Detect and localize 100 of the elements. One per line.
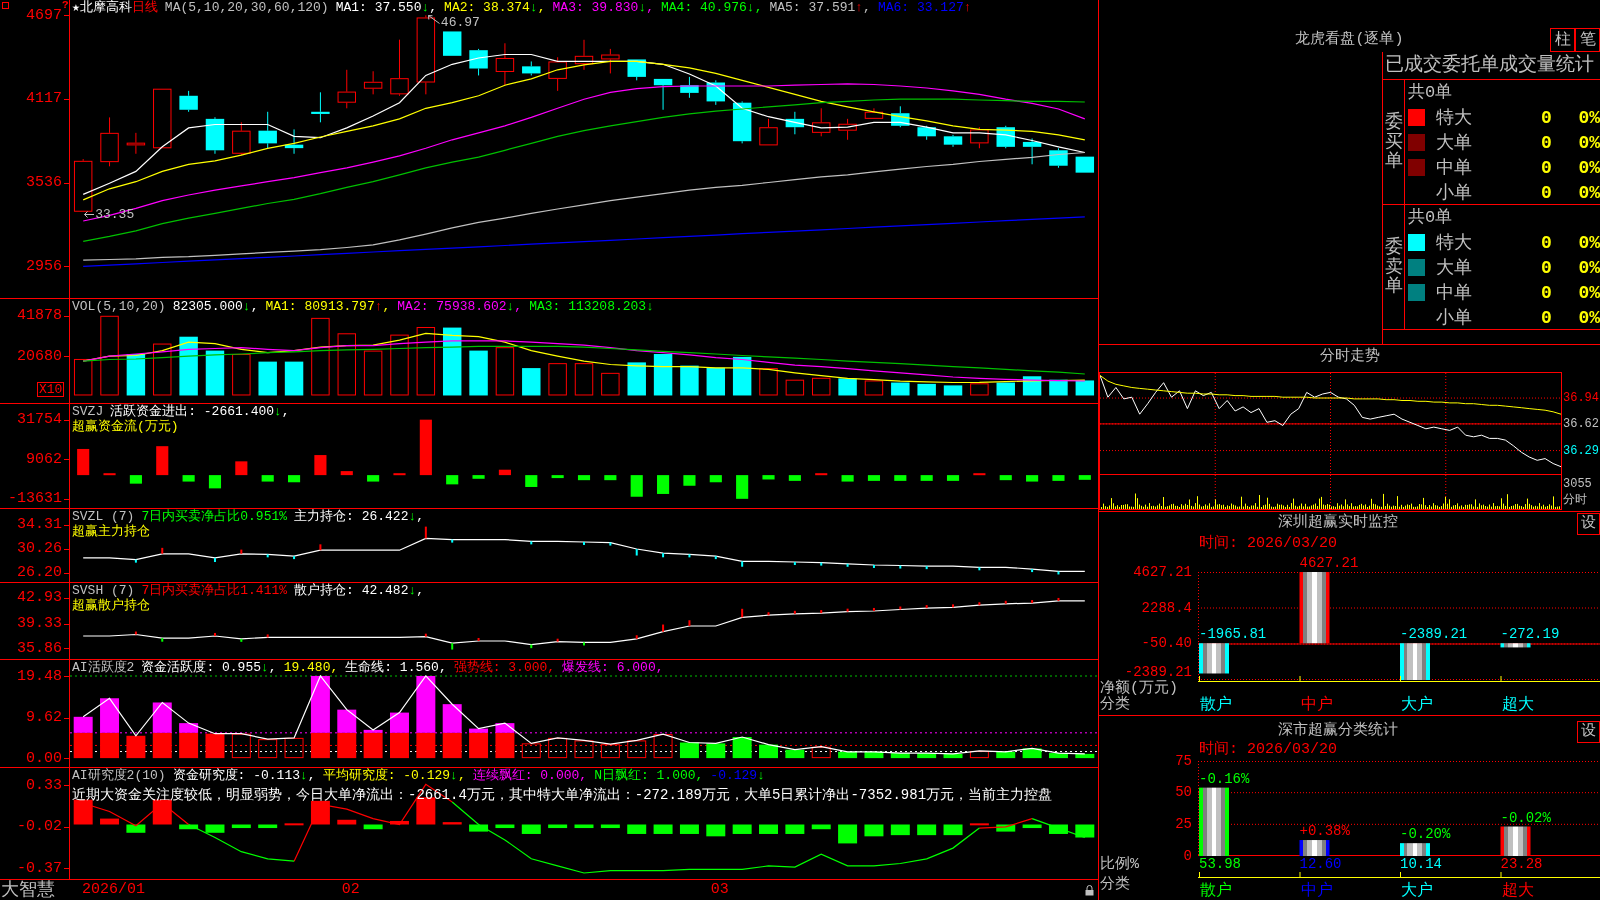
research-bar (310, 800, 330, 825)
research-bar (284, 823, 304, 826)
change-marker (240, 549, 243, 554)
volume-bar (205, 350, 225, 396)
research-bar (390, 820, 409, 825)
research-bar (890, 824, 910, 836)
axis-tick-label: 4627.21 (1133, 564, 1192, 580)
candle (311, 91, 330, 123)
fund-flow-bar (261, 475, 274, 482)
fund-flow-bar (208, 475, 222, 489)
research-bar (1022, 824, 1042, 829)
indicator-subtitle: 超赢资金流(万元) (72, 419, 179, 434)
legend-item: 7日内买卖净占比1.411% (141, 583, 288, 598)
order-count: 0 (1541, 157, 1553, 178)
research-bar (258, 824, 278, 829)
change-marker (556, 638, 559, 642)
activity-bar (1075, 753, 1095, 759)
axis-tick-label: 35.86 (17, 640, 62, 656)
category-label: 超大 (1501, 883, 1534, 899)
category-label: 中户 (1300, 697, 1333, 713)
order-size-label: 小单 (1436, 182, 1473, 203)
candle (179, 90, 198, 113)
candle (785, 111, 805, 135)
volume-bar (970, 383, 989, 396)
research-bar (416, 797, 436, 825)
category-bar (1400, 843, 1430, 856)
legend-item: 19.480, (283, 660, 339, 675)
research-bar (73, 799, 93, 825)
candle (363, 70, 383, 95)
change-marker (1004, 600, 1007, 604)
activity-bar (996, 751, 1016, 759)
settings-button[interactable]: 设 (1577, 721, 1600, 743)
order-share: 0% (1577, 157, 1600, 178)
axis-tick-label: 75 (1175, 753, 1192, 769)
candle (970, 126, 989, 149)
change-marker (741, 608, 744, 618)
x-axis-label: 分类 (1100, 877, 1130, 892)
research-bar (495, 824, 515, 829)
legend-item: SVSH (7) (72, 583, 135, 598)
legend-item: 82305.000↓, (172, 299, 259, 314)
candle (812, 107, 831, 137)
category-label: 中户 (1300, 883, 1333, 899)
axis-tick-label: 19.48 (17, 668, 62, 684)
view-toggle-button[interactable]: 柱 (1550, 28, 1575, 52)
change-marker (1031, 569, 1034, 573)
candle (574, 39, 594, 71)
view-toggle-button[interactable]: 笔 (1575, 28, 1600, 52)
volume-bar (258, 361, 277, 396)
candle (1075, 156, 1095, 173)
order-share: 0% (1577, 282, 1600, 303)
change-marker (451, 539, 454, 543)
axis-tick-label: 20680 (17, 348, 62, 364)
axis-tick-label: 9062 (26, 451, 62, 467)
candle (759, 118, 778, 146)
legend-item: -0.129↓ (710, 768, 765, 783)
volume-tick-label: 3055 (1563, 477, 1592, 491)
axis-tick-label: 34.31 (17, 517, 62, 533)
research-bar (838, 824, 858, 844)
order-share: 0% (1577, 257, 1600, 278)
change-marker (793, 610, 796, 614)
panel-title: 龙虎看盘(逐单) (1295, 31, 1404, 49)
change-label: -0.16% (1199, 771, 1250, 787)
fund-flow-bar (525, 475, 538, 487)
order-share: 0% (1577, 182, 1600, 203)
volume-bar (601, 372, 620, 396)
change-marker (635, 549, 638, 556)
order-share: 0% (1577, 232, 1600, 253)
settings-button[interactable]: 设 (1577, 513, 1600, 535)
category-bar (1199, 787, 1229, 856)
axis-tick-label: 2956 (26, 258, 62, 274)
research-bar (969, 823, 989, 826)
candle (732, 100, 752, 144)
category-label: 散户 (1200, 883, 1232, 899)
volume-bar (996, 382, 1015, 396)
indicator-subtitle: 超赢主力持仓 (72, 524, 150, 539)
research-bar (363, 824, 383, 830)
change-marker (662, 553, 665, 558)
legend-item: MA2: 38.374↓, (444, 0, 546, 15)
research-bar (521, 824, 541, 834)
fund-flow-bar (314, 455, 327, 476)
change-marker (820, 610, 823, 614)
activity-bar (785, 749, 805, 759)
volume-bar (416, 327, 436, 396)
change-marker (925, 605, 928, 609)
date-axis-label: 03 (710, 882, 729, 898)
research-bar (1075, 824, 1095, 838)
order-count: 0 (1541, 282, 1553, 303)
volume-bar (706, 367, 725, 396)
volume-bar (443, 327, 462, 396)
axis-tick-label: 25 (1175, 816, 1192, 832)
research-bar (811, 824, 831, 830)
fund-flow-bar (1052, 475, 1065, 481)
help-mark[interactable]: ? (62, 0, 69, 11)
change-marker (793, 562, 796, 565)
fund-flow-bar (182, 475, 195, 482)
candle (126, 132, 146, 155)
change-marker (424, 633, 427, 637)
research-bar (469, 824, 489, 832)
change-marker (978, 567, 981, 571)
research-bar (442, 822, 462, 825)
